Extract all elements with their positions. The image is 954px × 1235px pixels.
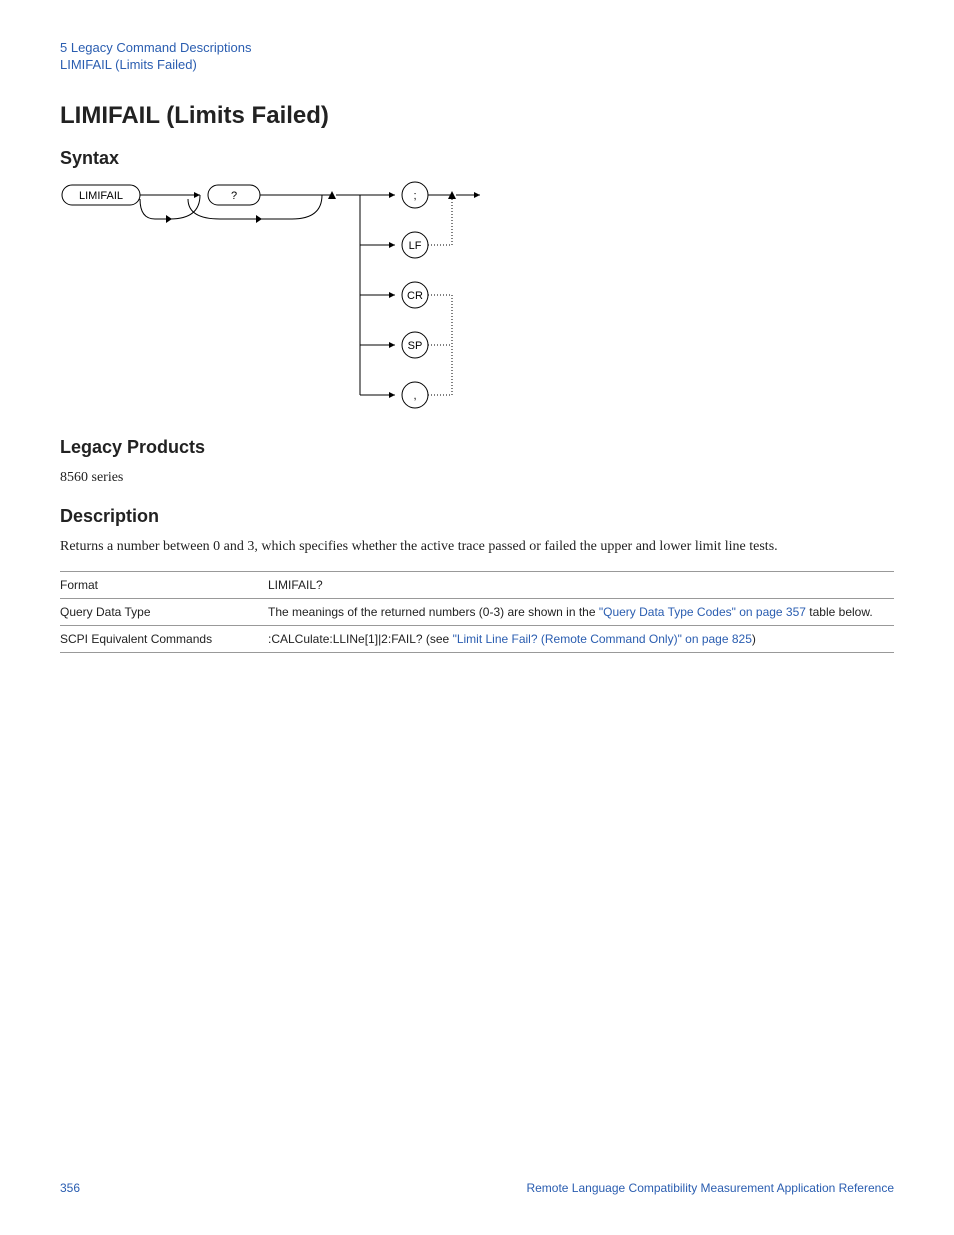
row-label: Query Data Type (60, 599, 268, 626)
row-value: The meanings of the returned numbers (0-… (268, 599, 894, 626)
table-row: Query Data Type The meanings of the retu… (60, 599, 894, 626)
node-lf: LF (409, 240, 422, 252)
text-prefix: The meanings of the returned numbers (0-… (268, 605, 599, 619)
link-query-data-codes[interactable]: "Query Data Type Codes" on page 357 (599, 605, 806, 619)
legacy-products-text: 8560 series (60, 468, 894, 488)
section-legacy-products: Legacy Products (60, 437, 894, 458)
footer-doc-title: Remote Language Compatibility Measuremen… (526, 1181, 894, 1195)
page-number: 356 (60, 1181, 80, 1195)
syntax-diagram: LIMIFAIL ? ; LF CR (60, 179, 894, 417)
node-sp: SP (408, 340, 423, 352)
section-description: Description (60, 506, 894, 527)
row-label: SCPI Equivalent Commands (60, 626, 268, 653)
footer: 356 Remote Language Compatibility Measur… (60, 1181, 894, 1195)
text-prefix: :CALCulate:LLINe[1]|2:FAIL? (see (268, 632, 453, 646)
table-row: Format LIMIFAIL? (60, 572, 894, 599)
node-question: ? (231, 190, 237, 202)
text-suffix: table below. (806, 605, 873, 619)
node-cr: CR (407, 290, 423, 302)
node-comma: , (413, 390, 416, 402)
page-title: LIMIFAIL (Limits Failed) (60, 102, 894, 130)
text-suffix: ) (752, 632, 756, 646)
link-limit-line-fail[interactable]: "Limit Line Fail? (Remote Command Only)"… (453, 632, 752, 646)
row-label: Format (60, 572, 268, 599)
row-value: LIMIFAIL? (268, 572, 894, 599)
breadcrumb-chapter: 5 Legacy Command Descriptions (60, 40, 894, 57)
description-text: Returns a number between 0 and 3, which … (60, 537, 894, 557)
info-table: Format LIMIFAIL? Query Data Type The mea… (60, 571, 894, 653)
breadcrumb-section: LIMIFAIL (Limits Failed) (60, 57, 894, 74)
node-semicolon: ; (413, 190, 416, 202)
table-row: SCPI Equivalent Commands :CALCulate:LLIN… (60, 626, 894, 653)
section-syntax: Syntax (60, 148, 894, 169)
node-limifail: LIMIFAIL (79, 190, 123, 202)
row-value: :CALCulate:LLINe[1]|2:FAIL? (see "Limit … (268, 626, 894, 653)
